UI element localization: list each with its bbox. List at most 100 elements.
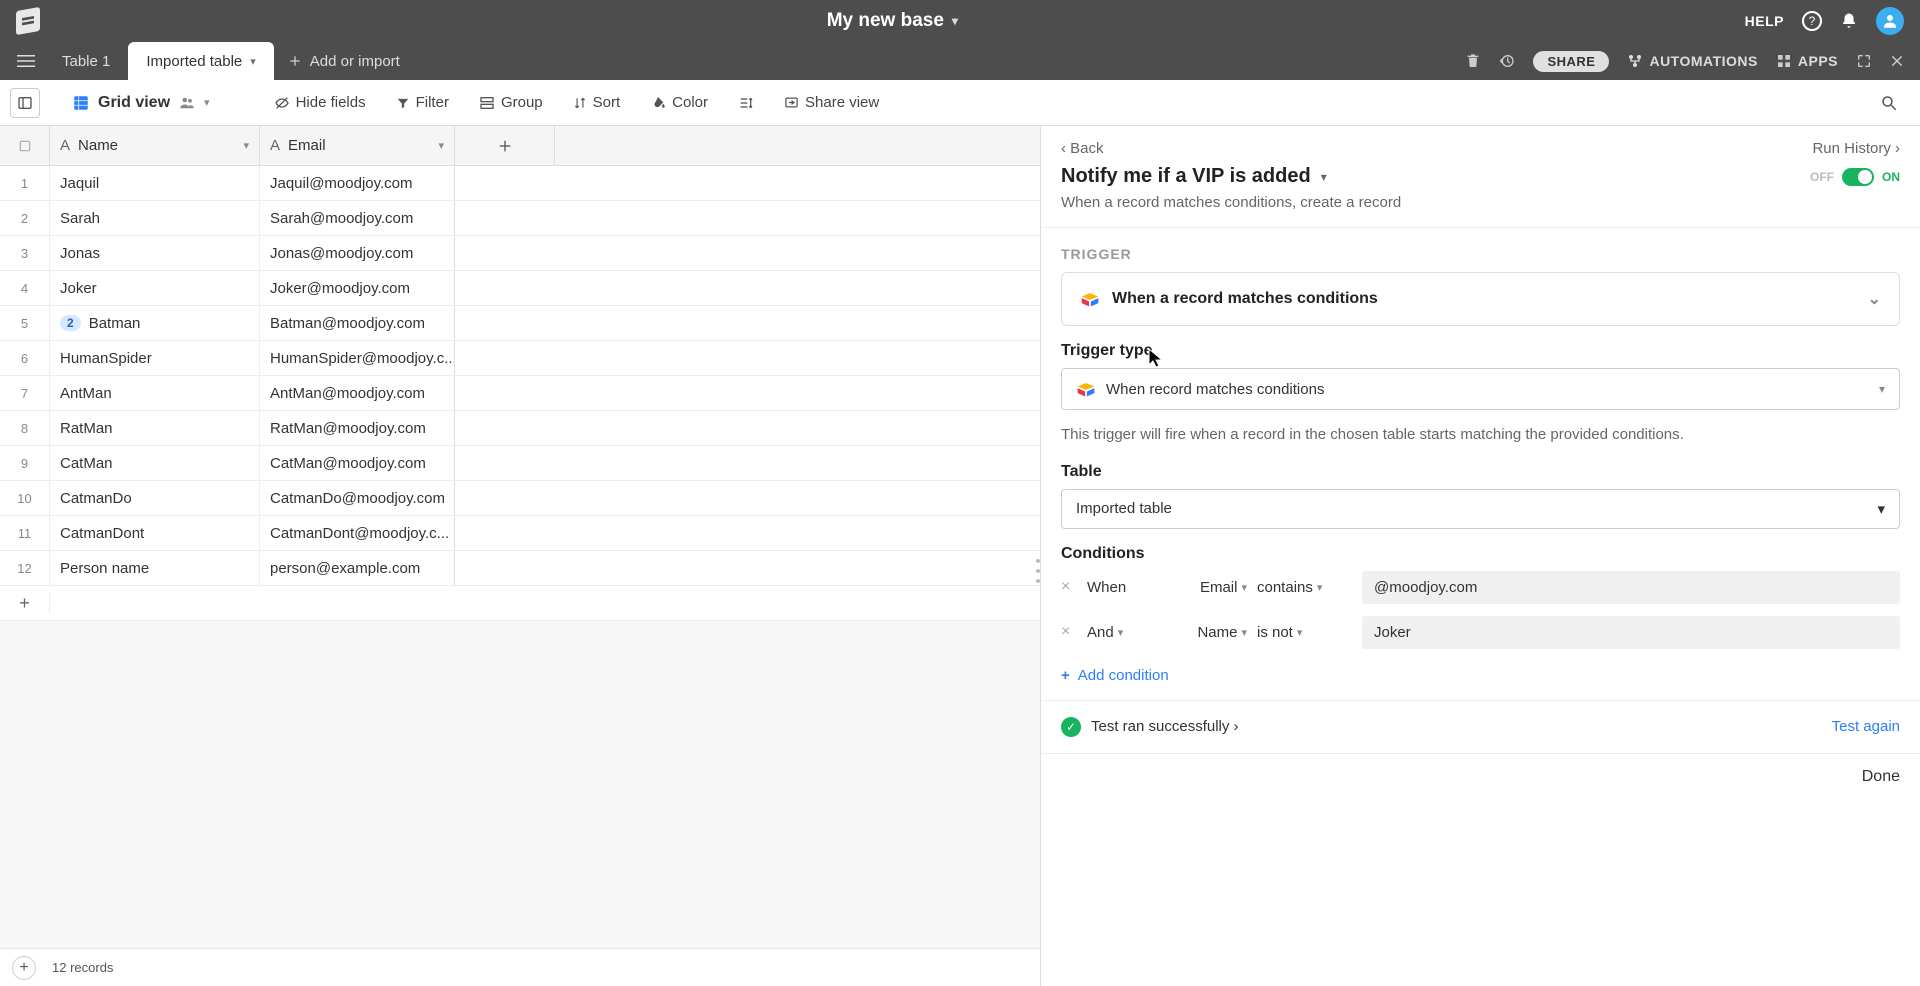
table-row[interactable]: 12Person nameperson@example.com — [0, 551, 1040, 586]
cell-email[interactable]: HumanSpider@moodjoy.c... — [260, 341, 455, 375]
table-row[interactable]: 10CatmanDoCatmanDo@moodjoy.com — [0, 481, 1040, 516]
table-row[interactable]: 6HumanSpiderHumanSpider@moodjoy.c... — [0, 341, 1040, 376]
group-button[interactable]: Group — [467, 90, 555, 115]
cell-name[interactable]: Jaquil — [50, 166, 260, 200]
cell-name[interactable]: Joker — [50, 271, 260, 305]
remove-condition-button[interactable]: × — [1061, 578, 1077, 596]
test-status-text[interactable]: Test ran successfully › — [1091, 718, 1239, 735]
add-column-button[interactable] — [455, 126, 555, 165]
done-button[interactable]: Done — [1862, 768, 1900, 786]
cell-name[interactable]: 2Batman — [50, 306, 260, 340]
column-header-email[interactable]: A Email ▾ — [260, 126, 455, 165]
back-button[interactable]: ‹ Back — [1061, 140, 1104, 157]
trash-icon[interactable] — [1465, 53, 1481, 69]
cell-email[interactable]: Jaquil@moodjoy.com — [260, 166, 455, 200]
column-header-name[interactable]: A Name ▾ — [50, 126, 260, 165]
add-condition-button[interactable]: + Add condition — [1061, 661, 1900, 700]
condition-row: ×WhenEmail ▾contains ▾@moodjoy.com — [1061, 571, 1900, 604]
condition-operator-select[interactable]: is not ▾ — [1257, 624, 1352, 641]
remove-condition-button[interactable]: × — [1061, 623, 1077, 641]
cell-email[interactable]: AntMan@moodjoy.com — [260, 376, 455, 410]
color-button[interactable]: Color — [638, 90, 720, 115]
cell-email[interactable]: Jonas@moodjoy.com — [260, 236, 455, 270]
condition-value-input[interactable]: Joker — [1362, 616, 1900, 649]
cell-name[interactable]: HumanSpider — [50, 341, 260, 375]
group-label: Group — [501, 94, 543, 111]
test-again-button[interactable]: Test again — [1832, 718, 1900, 735]
search-button[interactable] — [1868, 90, 1910, 116]
menu-icon[interactable] — [8, 42, 44, 80]
cell-name[interactable]: AntMan — [50, 376, 260, 410]
panel-resize-handle[interactable] — [1036, 556, 1042, 586]
trigger-type-select[interactable]: When record matches conditions ▾ — [1061, 368, 1900, 410]
table-select[interactable]: Imported table ▾ — [1061, 489, 1900, 529]
cell-name[interactable]: Jonas — [50, 236, 260, 270]
table-row[interactable]: 1JaquilJaquil@moodjoy.com — [0, 166, 1040, 201]
sidebar-toggle-button[interactable] — [10, 88, 40, 118]
app-logo[interactable] — [16, 7, 40, 35]
table-row[interactable]: 8RatManRatMan@moodjoy.com — [0, 411, 1040, 446]
automation-toggle[interactable] — [1842, 168, 1874, 186]
cell-email[interactable]: Batman@moodjoy.com — [260, 306, 455, 340]
cell-email[interactable]: RatMan@moodjoy.com — [260, 411, 455, 445]
cell-name[interactable]: CatMan — [50, 446, 260, 480]
cell-email[interactable]: Joker@moodjoy.com — [260, 271, 455, 305]
condition-field-select[interactable]: Email ▾ — [1167, 579, 1247, 596]
chevron-down-icon[interactable]: ▾ — [1321, 170, 1327, 184]
close-icon[interactable] — [1890, 54, 1904, 68]
cell-email[interactable]: CatmanDont@moodjoy.c... — [260, 516, 455, 550]
table-row[interactable]: 3JonasJonas@moodjoy.com — [0, 236, 1040, 271]
condition-value-input[interactable]: @moodjoy.com — [1362, 571, 1900, 604]
cell-name[interactable]: RatMan — [50, 411, 260, 445]
trigger-header[interactable]: When a record matches conditions ⌄ — [1062, 273, 1899, 325]
notifications-icon[interactable] — [1840, 12, 1858, 30]
table-row[interactable]: 9CatManCatMan@moodjoy.com — [0, 446, 1040, 481]
automation-description: When a record matches conditions, create… — [1041, 194, 1920, 228]
cell-name[interactable]: CatmanDont — [50, 516, 260, 550]
base-title[interactable]: My new base — [827, 10, 944, 32]
sort-button[interactable]: Sort — [561, 90, 633, 115]
share-view-button[interactable]: Share view — [772, 90, 891, 115]
automations-nav[interactable]: AUTOMATIONS — [1627, 53, 1757, 69]
add-row-button[interactable]: + — [0, 586, 1040, 621]
share-button[interactable]: SHARE — [1533, 51, 1609, 72]
condition-operator-select[interactable]: contains ▾ — [1257, 579, 1352, 596]
tab-table-1[interactable]: Table 1 — [44, 42, 128, 80]
chevron-down-icon[interactable]: ⌄ — [1868, 289, 1881, 309]
user-avatar[interactable] — [1876, 7, 1904, 35]
filter-button[interactable]: Filter — [384, 90, 461, 115]
chevron-down-icon[interactable]: ▾ — [250, 55, 256, 68]
apps-nav[interactable]: APPS — [1776, 53, 1838, 69]
table-row[interactable]: 7AntManAntMan@moodjoy.com — [0, 376, 1040, 411]
chevron-down-icon[interactable]: ▾ — [243, 139, 249, 152]
hide-fields-button[interactable]: Hide fields — [262, 90, 378, 115]
expand-icon[interactable] — [1856, 53, 1872, 69]
history-icon[interactable] — [1499, 53, 1515, 69]
cell-email[interactable]: CatMan@moodjoy.com — [260, 446, 455, 480]
help-icon[interactable]: ? — [1802, 11, 1822, 31]
cell-email[interactable]: CatmanDo@moodjoy.com — [260, 481, 455, 515]
chevron-down-icon[interactable]: ▾ — [438, 139, 444, 152]
automation-title[interactable]: Notify me if a VIP is added — [1061, 165, 1311, 188]
view-switcher[interactable]: Grid view ▾ — [62, 90, 220, 116]
table-row[interactable]: 11CatmanDontCatmanDont@moodjoy.c... — [0, 516, 1040, 551]
table-row[interactable]: 52BatmanBatman@moodjoy.com — [0, 306, 1040, 341]
tab-imported-table[interactable]: Imported table ▾ — [128, 42, 273, 80]
cell-name[interactable]: Person name — [50, 551, 260, 585]
cell-name[interactable]: CatmanDo — [50, 481, 260, 515]
cell-email[interactable]: Sarah@moodjoy.com — [260, 201, 455, 235]
condition-field-select[interactable]: Name ▾ — [1167, 624, 1247, 641]
cell-email[interactable]: person@example.com — [260, 551, 455, 585]
base-title-dropdown-icon[interactable]: ▾ — [952, 14, 958, 28]
add-or-import-button[interactable]: Add or import — [274, 42, 414, 80]
add-record-footer-button[interactable]: + — [12, 956, 36, 980]
table-row[interactable]: 4JokerJoker@moodjoy.com — [0, 271, 1040, 306]
help-link[interactable]: HELP — [1745, 13, 1784, 29]
condition-prefix[interactable]: And ▾ — [1087, 624, 1157, 641]
cell-name[interactable]: Sarah — [50, 201, 260, 235]
table-row[interactable]: 2SarahSarah@moodjoy.com — [0, 201, 1040, 236]
row-height-button[interactable] — [726, 91, 766, 115]
select-all-checkbox[interactable] — [0, 126, 50, 165]
run-history-link[interactable]: Run History › — [1812, 140, 1900, 157]
expand-badge[interactable]: 2 — [60, 315, 81, 331]
